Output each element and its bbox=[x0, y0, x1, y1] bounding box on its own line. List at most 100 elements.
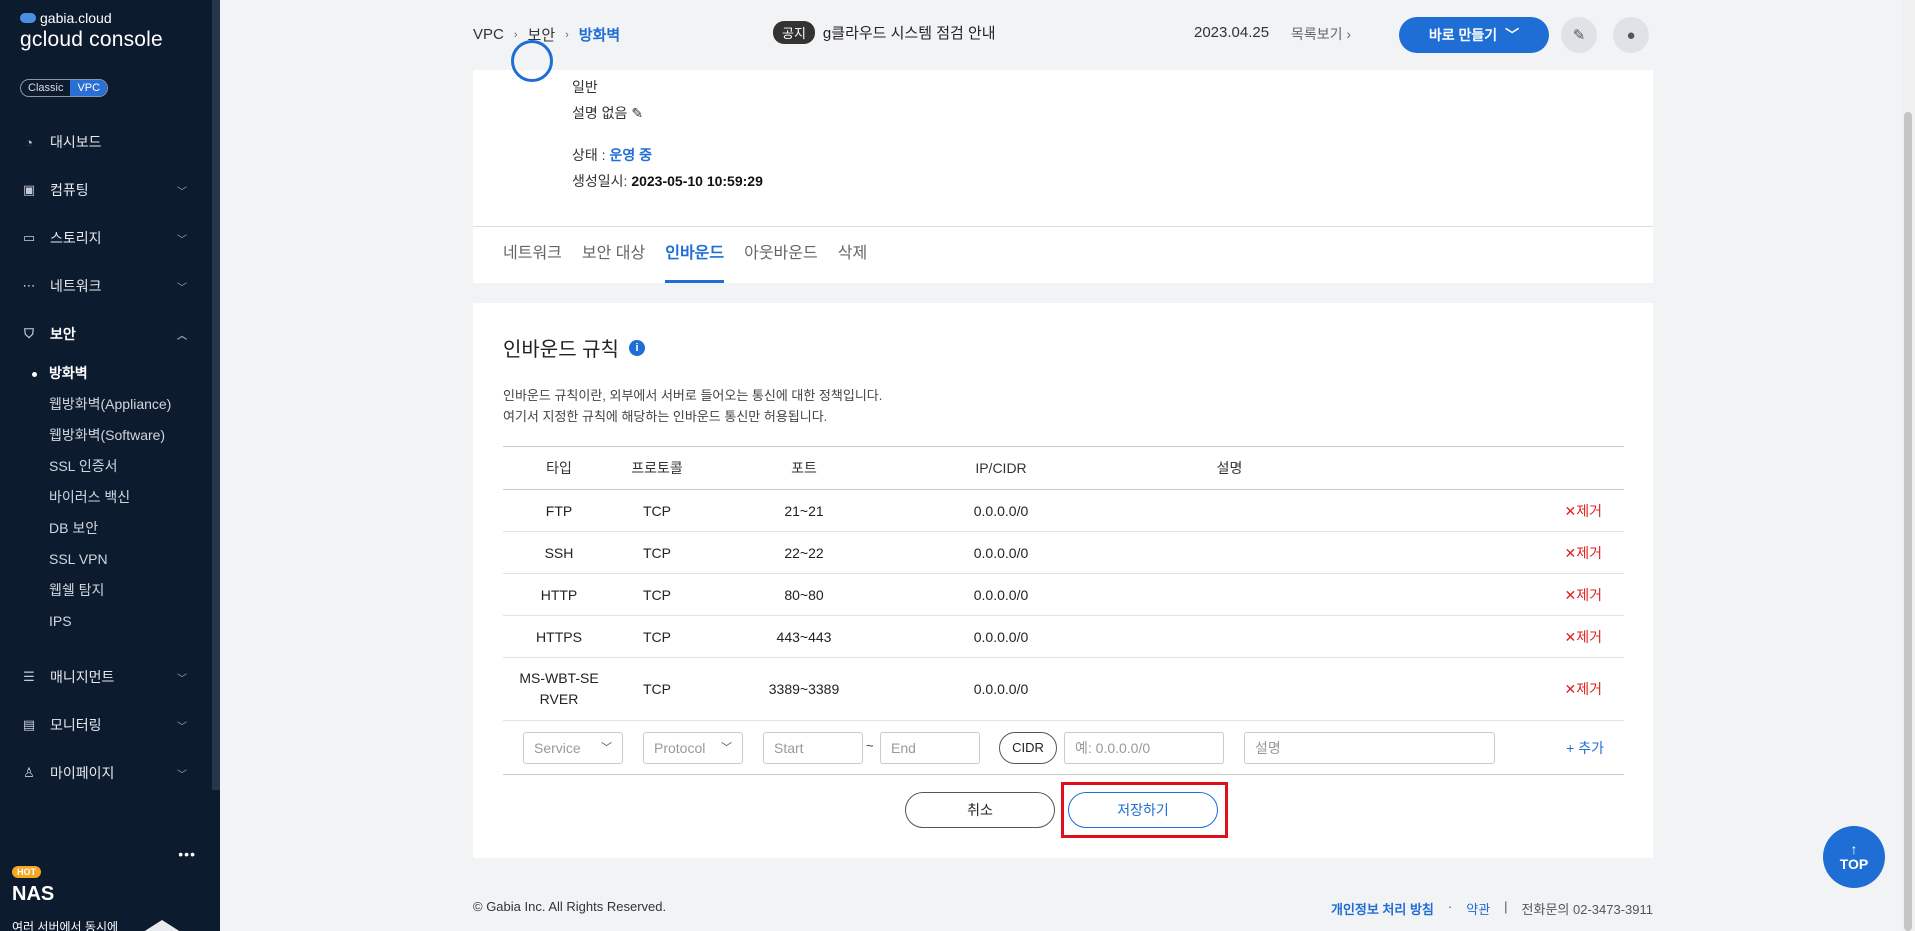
tab-outbound[interactable]: 아웃바운드 bbox=[744, 227, 818, 283]
cell-type: SSH bbox=[503, 531, 615, 574]
cell-type: MS-WBT-SERVER bbox=[503, 657, 615, 721]
cell-desc bbox=[1093, 573, 1366, 616]
sidebar-subitem-waf-software[interactable]: 웹방화벽(Software) bbox=[49, 420, 212, 451]
sidebar-item-computing[interactable]: ▣ 컴퓨팅 ﹀ bbox=[0, 166, 212, 214]
cell-cidr: 0.0.0.0/0 bbox=[909, 489, 1093, 532]
cell-protocol: TCP bbox=[615, 489, 699, 532]
terms-link[interactable]: 약관 bbox=[1466, 899, 1490, 918]
cell-desc bbox=[1093, 615, 1366, 658]
table-header: 타입 프로토콜 포트 IP/CIDR 설명 bbox=[503, 446, 1624, 490]
highlight-box bbox=[1061, 782, 1228, 838]
sidebar-item-management[interactable]: ☰ 매니지먼트 ﹀ bbox=[0, 653, 212, 701]
cell-cidr: 0.0.0.0/0 bbox=[909, 615, 1093, 658]
cell-port: 22~22 bbox=[699, 531, 909, 574]
quick-create-label: 바로 만들기 bbox=[1428, 27, 1498, 43]
pencil-icon[interactable]: ✎ bbox=[631, 105, 643, 121]
sidebar-item-storage[interactable]: ▭ 스토리지 ﹀ bbox=[0, 214, 212, 262]
ip-cidr-input[interactable]: 예: 0.0.0.0/0 bbox=[1064, 732, 1224, 764]
sidebar-subitem-antivirus[interactable]: 바이러스 백신 bbox=[49, 482, 212, 513]
sidebar-scrollbar[interactable] bbox=[212, 0, 220, 790]
privacy-link[interactable]: 개인정보 처리 방침 bbox=[1331, 899, 1434, 918]
storage-icon: ▭ bbox=[22, 230, 36, 245]
table-row: HTTP TCP 80~80 0.0.0.0/0 ✕제거 bbox=[503, 573, 1624, 616]
sidebar-subitem-ssl-vpn[interactable]: SSL VPN bbox=[49, 544, 212, 575]
remove-button[interactable]: ✕제거 bbox=[1366, 489, 1624, 532]
breadcrumb-firewall[interactable]: 방화벽 bbox=[579, 24, 620, 45]
sidebar-subitem-ssl-cert[interactable]: SSL 인증서 bbox=[49, 451, 212, 482]
status-value: 운영 중 bbox=[609, 147, 652, 163]
description-input[interactable]: 설명 bbox=[1244, 732, 1495, 764]
col-description: 설명 bbox=[1093, 446, 1366, 490]
hot-badge: HOT bbox=[12, 866, 41, 878]
copyright: © Gabia Inc. All Rights Reserved. bbox=[473, 899, 667, 914]
toggle-vpc[interactable]: VPC bbox=[70, 80, 108, 96]
promo-banner[interactable]: ••• HOT NAS 여러 서버에서 동시에 bbox=[0, 830, 212, 931]
protocol-select[interactable]: Protocol ﹀ bbox=[643, 732, 743, 764]
sidebar-item-security[interactable]: ⛉ 보안 ︿ bbox=[0, 310, 212, 358]
port-end-input[interactable]: End bbox=[880, 732, 980, 764]
chip-icon: ▣ bbox=[22, 182, 36, 197]
port-start-input[interactable]: Start bbox=[763, 732, 863, 764]
tab-inbound[interactable]: 인바운드 bbox=[665, 227, 725, 283]
sidebar-item-label: 네트워크 bbox=[50, 278, 102, 294]
detail-tabs: 네트워크 보안 대상 인바운드 아웃바운드 삭제 bbox=[473, 227, 1653, 283]
firewall-type: 일반 bbox=[572, 79, 598, 95]
sidebar-subitem-db-security[interactable]: DB 보안 bbox=[49, 513, 212, 544]
created-row: 생성일시: 2023-05-10 10:59:29 bbox=[572, 171, 763, 191]
page-scrollbar[interactable] bbox=[1901, 0, 1915, 931]
sidebar-item-mypage[interactable]: ♙ 마이페이지 ﹀ bbox=[0, 749, 212, 797]
rules-desc-line2: 여기서 지정한 규칙에 해당하는 인바운드 통신만 허용됩니다. bbox=[503, 409, 828, 424]
sidebar-item-network[interactable]: ⋯ 네트워크 ﹀ bbox=[0, 262, 212, 310]
quick-create-button[interactable]: 바로 만들기 ﹀ bbox=[1399, 17, 1549, 53]
toggle-classic[interactable]: Classic bbox=[21, 80, 70, 96]
remove-button[interactable]: ✕제거 bbox=[1366, 531, 1624, 574]
remove-button[interactable]: ✕제거 bbox=[1366, 615, 1624, 658]
sidebar-subitem-ips[interactable]: IPS bbox=[49, 606, 212, 637]
cell-port: 80~80 bbox=[699, 573, 909, 616]
chat-button[interactable]: ✎ bbox=[1561, 17, 1597, 53]
sidebar-item-label: 모니터링 bbox=[50, 717, 102, 733]
top-label: TOP bbox=[1839, 856, 1869, 872]
col-protocol: 프로토콜 bbox=[615, 446, 699, 490]
sidebar-item-dashboard[interactable]: ◔ 대시보드 bbox=[0, 118, 212, 166]
cell-desc bbox=[1093, 657, 1366, 721]
add-rule-button[interactable]: + 추가 bbox=[1566, 738, 1604, 758]
tab-delete[interactable]: 삭제 bbox=[838, 227, 867, 283]
sidebar-subitem-webshell[interactable]: 웹쉘 탐지 bbox=[49, 575, 212, 606]
cancel-button[interactable]: 취소 bbox=[905, 792, 1055, 828]
notice-list-link[interactable]: 목록보기 › bbox=[1291, 24, 1351, 44]
info-icon[interactable]: i bbox=[628, 339, 645, 356]
tab-security-target[interactable]: 보안 대상 bbox=[582, 227, 645, 283]
breadcrumb-vpc[interactable]: VPC bbox=[473, 26, 504, 43]
remove-button[interactable]: ✕제거 bbox=[1366, 573, 1624, 616]
cell-protocol: TCP bbox=[615, 615, 699, 658]
col-cidr: IP/CIDR bbox=[909, 446, 1093, 490]
col-type: 타입 bbox=[503, 446, 615, 490]
service-select[interactable]: Service ﹀ bbox=[523, 732, 623, 764]
rules-title-text: 인바운드 규칙 bbox=[503, 339, 619, 361]
scrollbar-thumb[interactable] bbox=[1904, 112, 1912, 931]
description-text: 설명 없음 bbox=[572, 105, 628, 121]
sidebar: gabia.cloud gcloud console Classic VPC ◔… bbox=[0, 0, 220, 931]
notice-tag: 공지 bbox=[773, 21, 815, 44]
account-button[interactable]: ● bbox=[1613, 17, 1649, 53]
cidr-button[interactable]: CIDR bbox=[999, 732, 1057, 764]
logo[interactable]: gabia.cloud gcloud console bbox=[20, 10, 163, 52]
carousel-dots[interactable]: ••• bbox=[178, 846, 196, 862]
notice[interactable]: 공지 g클라우드 시스템 점검 안내 bbox=[773, 21, 996, 44]
rules-description: 인바운드 규칙이란, 외부에서 서버로 들어오는 통신에 대한 정책입니다. 여… bbox=[503, 385, 882, 427]
sidebar-item-label: 보안 bbox=[50, 326, 76, 342]
notice-text[interactable]: g클라우드 시스템 점검 안내 bbox=[823, 22, 996, 43]
contact-phone: 전화문의 02-3473-3911 bbox=[1521, 902, 1653, 917]
sidebar-subitem-waf-appliance[interactable]: 웹방화벽(Appliance) bbox=[49, 389, 212, 420]
scroll-top-button[interactable]: ↑ TOP bbox=[1823, 826, 1885, 888]
chevron-down-icon: ﹀ bbox=[177, 769, 187, 781]
sidebar-item-monitoring[interactable]: ▤ 모니터링 ﹀ bbox=[0, 701, 212, 749]
remove-button[interactable]: ✕제거 bbox=[1366, 657, 1624, 721]
cell-port: 21~21 bbox=[699, 489, 909, 532]
sidebar-subitem-firewall[interactable]: 방화벽 bbox=[32, 358, 212, 389]
classic-vpc-toggle[interactable]: Classic VPC bbox=[20, 79, 109, 97]
cell-type: HTTP bbox=[503, 573, 615, 616]
promo-desc: 여러 서버에서 동시에 bbox=[12, 920, 119, 931]
tab-network[interactable]: 네트워크 bbox=[503, 227, 562, 283]
